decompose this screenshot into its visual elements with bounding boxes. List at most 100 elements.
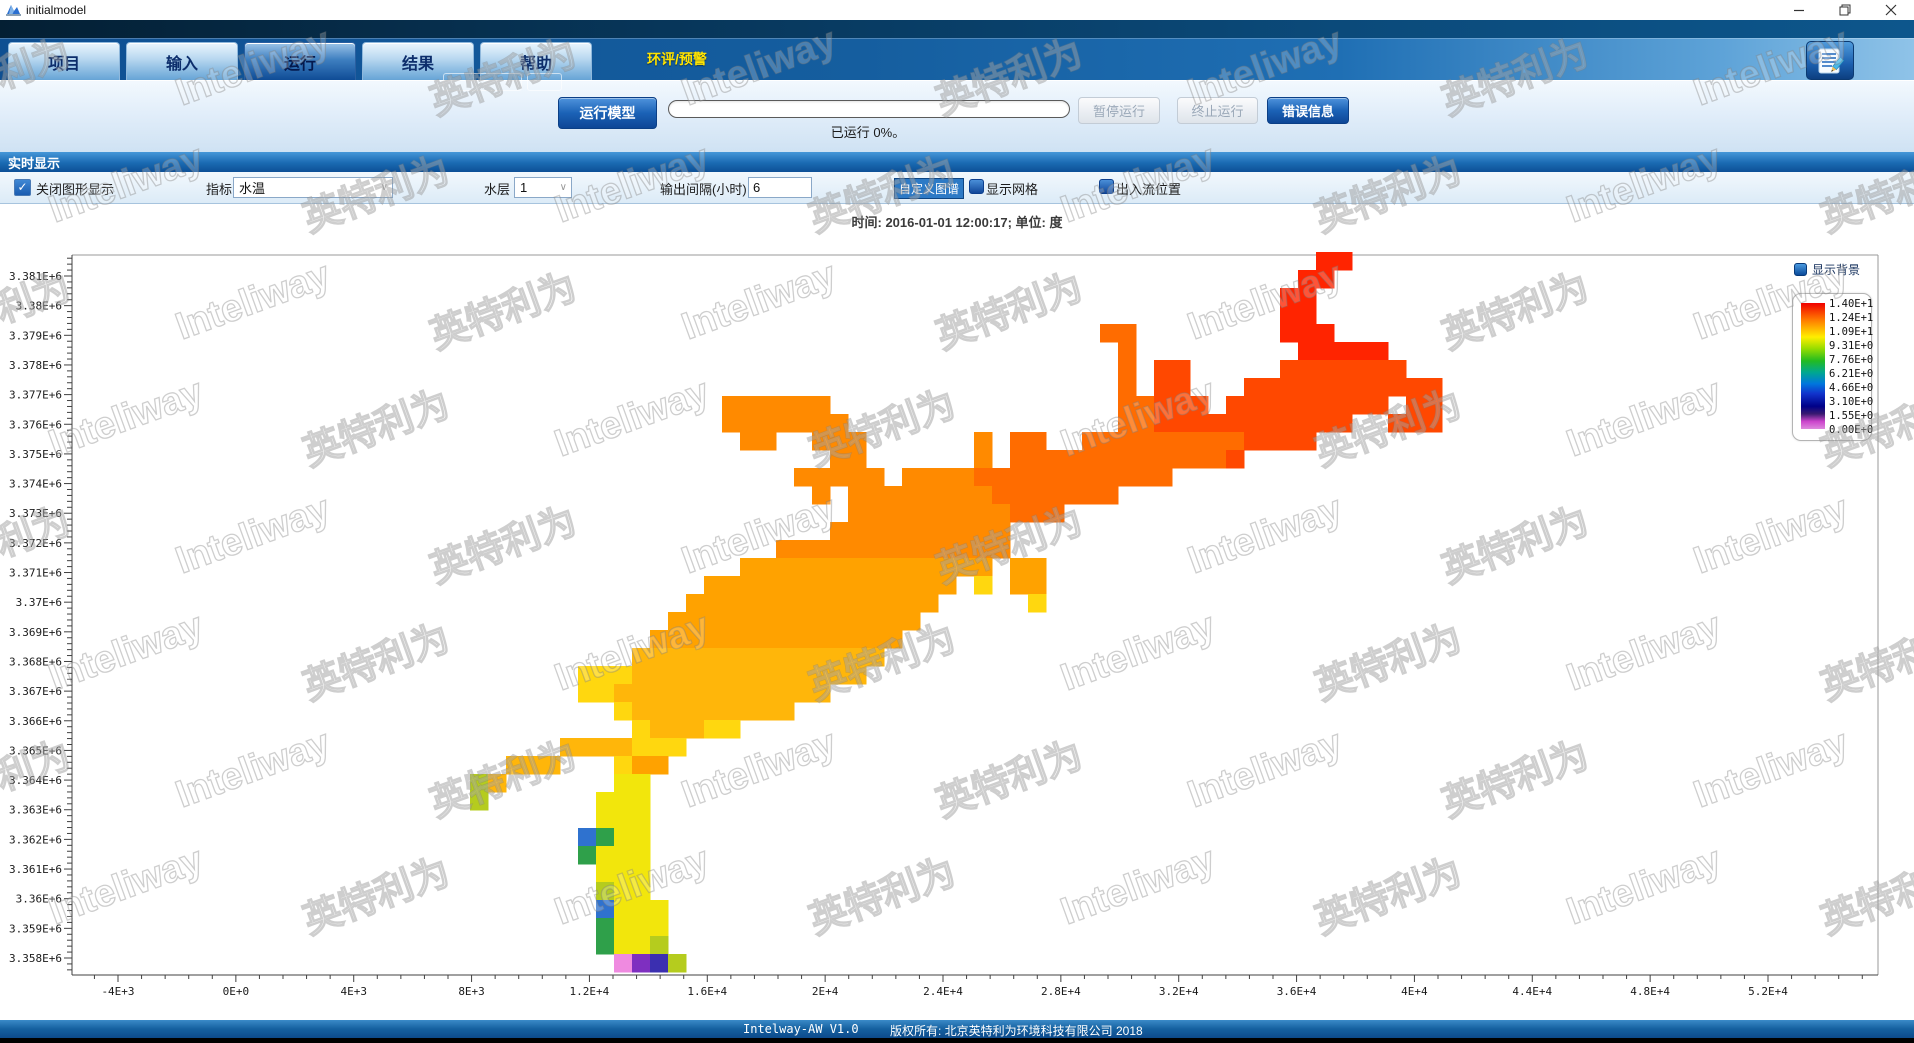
map-cell (812, 468, 831, 487)
map-cell (1298, 414, 1317, 433)
x-tick-label: 5.2E+4 (1748, 985, 1788, 998)
colorbar-legend: 1.40E+11.24E+11.09E+19.31E+07.76E+06.21E… (1792, 293, 1872, 441)
map-cell (758, 558, 777, 577)
run-progress-text: 已运行 0%。 (668, 122, 1068, 141)
map-cell (614, 918, 633, 937)
flow-position-button[interactable]: 出入流位置 (1116, 179, 1181, 198)
map-cell (614, 882, 633, 901)
map-cell (758, 612, 777, 631)
map-cell (632, 882, 651, 901)
map-cell (632, 900, 651, 919)
app-version-text: Intelway-AW V1.0 (743, 1022, 859, 1036)
map-cell (1370, 396, 1389, 415)
map-cell (794, 558, 813, 577)
close-graph-checkbox[interactable]: ✓ (14, 179, 31, 196)
y-tick-label: 3.372E+6 (9, 537, 62, 550)
interval-input[interactable] (748, 177, 812, 198)
ghost-tab-outline (527, 73, 562, 91)
x-tick-label: 8E+3 (458, 985, 485, 998)
chevron-down-icon: ∨ (381, 182, 388, 193)
tab-run[interactable]: 运行 (244, 42, 356, 80)
map-cell (1262, 414, 1281, 433)
map-cell (722, 576, 741, 595)
map-cell (1316, 270, 1335, 289)
ghost-tab-outline (443, 73, 522, 91)
map-cell (1172, 378, 1191, 397)
minimize-button[interactable] (1776, 0, 1822, 20)
map-cell (1118, 432, 1137, 451)
map-cell (1406, 378, 1425, 397)
map-cell (758, 666, 777, 685)
map-cell (650, 720, 669, 739)
nav-strip (0, 20, 1914, 38)
map-cell (884, 630, 903, 649)
map-cell (902, 468, 921, 487)
map-cell (1226, 414, 1245, 433)
map-cell (578, 666, 597, 685)
pause-run-button[interactable]: 暂停运行 (1078, 97, 1160, 124)
map-cell (1064, 486, 1083, 505)
map-cell (668, 684, 687, 703)
close-icon (1885, 4, 1897, 16)
legend-value-label: 1.09E+1 (1829, 326, 1871, 338)
y-tick-label: 3.366E+6 (9, 715, 62, 728)
layer-select[interactable]: 1 ∨ (514, 177, 572, 198)
tab-project[interactable]: 项目 (8, 42, 120, 80)
y-tick-label: 3.377E+6 (9, 389, 62, 402)
map-cell (488, 774, 507, 793)
map-cell (578, 828, 597, 847)
map-cell (722, 630, 741, 649)
map-cell (920, 486, 939, 505)
restore-button[interactable] (1822, 0, 1868, 20)
map-cell (1046, 450, 1065, 469)
map-cell (1028, 432, 1047, 451)
tab-input[interactable]: 输入 (126, 42, 238, 80)
map-cell (686, 648, 705, 667)
indicator-select[interactable]: 水温 ∨ (233, 177, 393, 198)
map-cell (830, 612, 849, 631)
notebook-pencil-icon (1815, 47, 1845, 75)
stop-run-button[interactable]: 终止运行 (1177, 97, 1258, 124)
map-cell (776, 648, 795, 667)
map-cell (902, 540, 921, 559)
map-cell (992, 486, 1011, 505)
map-cell (650, 900, 669, 919)
close-button[interactable] (1868, 0, 1914, 20)
map-cell (812, 414, 831, 433)
y-tick-label: 3.367E+6 (9, 685, 62, 698)
run-model-button[interactable]: 运行模型 (558, 97, 657, 129)
map-cell (1262, 378, 1281, 397)
map-cell (920, 594, 939, 613)
map-cell (1172, 432, 1191, 451)
custom-colormap-button[interactable]: 自定义图谱 (894, 178, 964, 199)
error-info-button[interactable]: 错误信息 (1267, 97, 1349, 124)
map-cell (884, 594, 903, 613)
map-cell (956, 468, 975, 487)
map-cell (650, 630, 669, 649)
log-notebook-button[interactable] (1806, 41, 1854, 80)
window-controls (1776, 0, 1914, 20)
map-cell (1190, 450, 1209, 469)
show-background-toggle[interactable]: 显示背景 (1794, 261, 1860, 278)
map-cell (1190, 432, 1209, 451)
map-cell (848, 432, 867, 451)
window-title: initialmodel (26, 3, 86, 17)
map-cell (758, 684, 777, 703)
map-cell (596, 828, 615, 847)
map-cell (974, 432, 993, 451)
bottom-black-strip (0, 1038, 1914, 1043)
env-assessment-label[interactable]: 环评/预警 (647, 38, 707, 80)
realtime-section-header: 实时显示 (0, 152, 1914, 172)
map-cell (722, 684, 741, 703)
map-cell (1316, 252, 1335, 271)
map-cell (1406, 396, 1425, 415)
map-cell (1010, 468, 1029, 487)
show-grid-button[interactable]: 显示网格 (986, 179, 1038, 198)
x-tick-label: 4.8E+4 (1630, 985, 1670, 998)
map-cell (668, 738, 687, 757)
map-cell (848, 612, 867, 631)
map-cell (920, 540, 939, 559)
map-cell (686, 684, 705, 703)
map-cell (848, 648, 867, 667)
map-cell (830, 432, 849, 451)
